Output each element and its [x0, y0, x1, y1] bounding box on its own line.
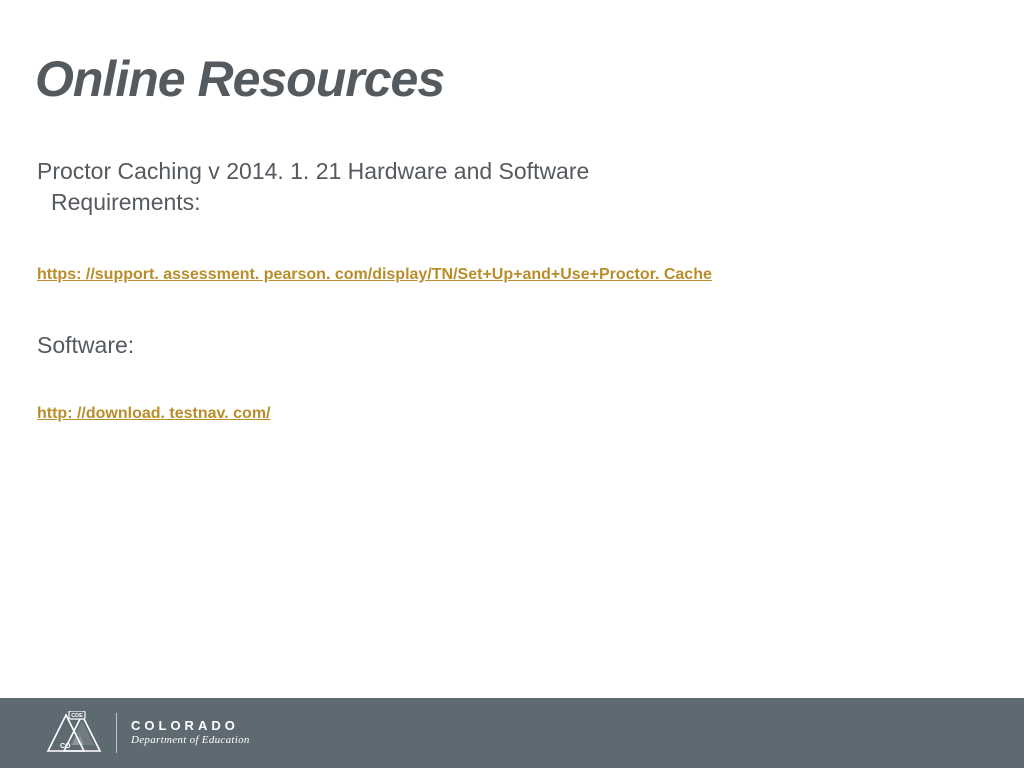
logo-divider	[116, 713, 117, 753]
logo-state-abbrev: CO	[60, 743, 71, 750]
section1-heading-line1: Proctor Caching v 2014. 1. 21 Hardware a…	[37, 158, 589, 184]
footer-brand-text: COLORADO Department of Education	[131, 719, 250, 746]
logo-badge-text: CDE	[71, 713, 83, 719]
section1-link[interactable]: https: //support. assessment. pearson. c…	[35, 266, 712, 284]
section2-heading: Software:	[35, 332, 989, 359]
footer-logo-group: CDE CO COLORADO Department of Education	[46, 711, 250, 755]
section1-heading: Proctor Caching v 2014. 1. 21 Hardware a…	[35, 156, 989, 218]
footer-brand-line1: COLORADO	[131, 719, 250, 733]
colorado-seal-icon: CDE CO	[46, 711, 102, 755]
section2-link[interactable]: http: //download. testnav. com/	[35, 405, 270, 423]
footer-bar: CDE CO COLORADO Department of Education	[0, 698, 1024, 768]
footer-brand-line2: Department of Education	[131, 735, 250, 747]
slide-content: Online Resources Proctor Caching v 2014.…	[0, 0, 1024, 471]
slide-title: Online Resources	[35, 50, 989, 108]
section1-heading-line2: Requirements:	[37, 187, 989, 218]
